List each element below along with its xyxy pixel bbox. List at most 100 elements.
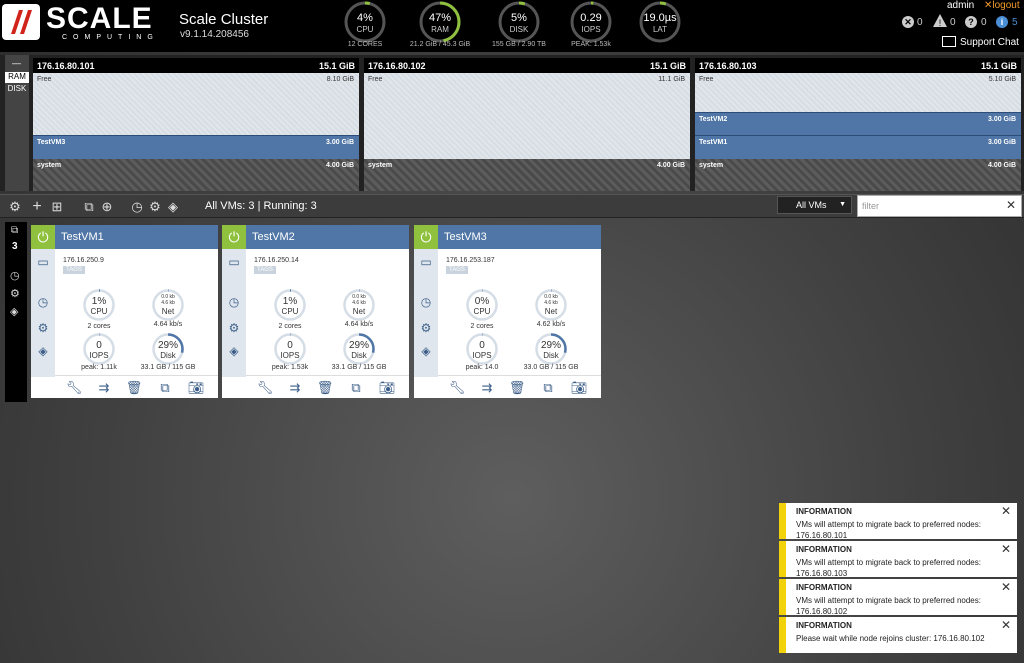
free-segment: Free 11.1 GiB [364,73,690,159]
vm-name[interactable]: TestVM1 [61,231,104,243]
trash-icon[interactable]: 🗑︎ [508,380,526,395]
info-alert-icon[interactable]: i [996,16,1008,28]
move-icon[interactable]: ⇉ [286,380,304,395]
segment-size: 4.00 GiB [656,162,685,169]
move-icon[interactable]: ⇉ [95,380,113,395]
performance-icon[interactable]: ◷ [130,200,144,214]
snapshot-icon[interactable]: 📷︎ [378,380,396,395]
filter-input[interactable]: filter [857,195,1022,217]
scale-logo[interactable]: SCALE COMPUTING [2,2,153,41]
cpu-gauge-label: CPU [356,25,374,34]
console-icon[interactable]: ▭ [227,255,241,269]
select-value: All VMs [796,200,827,210]
disk-usage: 33.1 GB / 115 GB [140,364,196,371]
console-icon[interactable]: ▭ [36,255,50,269]
close-icon[interactable]: ✕ [1001,580,1011,594]
tags-badge[interactable]: TAGS [63,266,85,274]
disk-tab[interactable]: DISK [5,84,29,93]
vm-list-icon[interactable]: ⧉ [11,225,18,236]
wrench-icon[interactable]: 🔧︎ [65,380,83,395]
support-chat-button[interactable]: Support Chat [942,36,1019,48]
notification-body: Please wait while node rejoins cluster: … [796,634,985,643]
trash-icon[interactable]: 🗑︎ [316,380,334,395]
gear-icon[interactable]: ⚙ [227,321,241,335]
wrench-icon[interactable]: 🔧︎ [448,380,466,395]
bulk-add-icon[interactable]: ⊕ [100,200,114,214]
gear-icon[interactable]: ⚙ [36,321,50,335]
error-alert-icon[interactable]: ✕ [902,16,914,28]
clear-filter-icon[interactable]: ✕ [1006,198,1016,212]
gear-icon[interactable]: ⚙ [148,200,162,214]
vm-card: ⏻ TestVM1 ▭ ◷ ⚙ ◈ 176.16.250.9 TAGS 1% C… [31,225,218,398]
warning-count: 0 [950,17,956,28]
performance-icon[interactable]: ◷ [10,269,20,282]
question-alert-icon[interactable]: ? [965,16,977,28]
disk-value: 29% [540,340,561,351]
notification: INFORMATION VMs will attempt to migrate … [779,503,1017,540]
segment-name: Free [37,76,52,83]
user-name: admin [947,0,975,11]
cluster-name: Scale Cluster [179,11,269,28]
close-icon[interactable]: ✕ [1001,542,1011,556]
import-vm-icon[interactable]: ⊞ [50,200,64,214]
disk-usage: 33.0 GB / 115 GB [523,364,579,371]
snapshot-icon[interactable]: 📷︎ [187,380,205,395]
settings-gear-icon[interactable]: ⚙ [8,200,22,214]
segment-size: 4.00 GiB [987,162,1016,169]
snapshot-icon[interactable]: 📷︎ [570,380,588,395]
node-total: 15.1 GiB [980,61,1017,71]
vm-segment[interactable]: TestVM2 3.00 GiB [695,112,1021,135]
vm-card: ⏻ TestVM2 ▭ ◷ ⚙ ◈ 176.16.250.14 TAGS 1% … [222,225,409,398]
clone-icon[interactable]: ⧉ [156,380,174,395]
gear-icon[interactable]: ⚙ [419,321,433,335]
trash-icon[interactable]: 🗑︎ [125,380,143,395]
clone-icon[interactable]: ⧉ [347,380,365,395]
ram-tab[interactable]: RAM [5,72,29,83]
close-icon[interactable]: ✕ [1001,504,1011,518]
clone-icon[interactable]: ⧉ [539,380,557,395]
layers-icon[interactable]: ◈ [419,344,433,358]
iops-gauge-label: IOPS [581,25,601,34]
logout-label: logout [992,0,1020,11]
cluster-version: v9.1.14.208456 [180,29,249,40]
lat-gauge-value: 19.0µs [643,12,677,24]
close-icon[interactable]: ✕ [1001,618,1011,632]
layers-icon[interactable]: ◈ [10,305,18,318]
wrench-icon[interactable]: 🔧︎ [256,380,274,395]
disk-label: Disk [160,351,176,360]
move-icon[interactable]: ⇉ [478,380,496,395]
free-segment: Free 8.10 GiB [33,73,359,135]
vm-segment[interactable]: TestVM3 3.00 GiB [33,135,359,159]
disk-gauge: 5% DISK [497,0,541,44]
add-vm-icon[interactable]: + [30,199,44,215]
layers-icon[interactable]: ◈ [36,344,50,358]
cpu-value: 1% [282,296,298,307]
layers-icon[interactable]: ◈ [227,344,241,358]
layers-icon[interactable]: ◈ [166,200,180,214]
performance-icon[interactable]: ◷ [36,295,50,309]
tags-badge[interactable]: TAGS [446,266,468,274]
power-icon[interactable]: ⏻ [31,225,55,249]
performance-icon[interactable]: ◷ [227,295,241,309]
logout-link[interactable]: ✕logout [984,0,1020,11]
iops-value: 0 [287,340,293,351]
cpu-ring: 1% CPU [273,288,307,322]
tags-badge[interactable]: TAGS [254,266,276,274]
segment-size: 5.10 GiB [988,76,1016,83]
power-icon[interactable]: ⏻ [414,225,438,249]
node-ip: 176.16.80.103 [699,61,757,71]
vm-name[interactable]: TestVM3 [444,231,487,243]
power-icon[interactable]: ⏻ [222,225,246,249]
console-icon[interactable]: ▭ [419,255,433,269]
lat-gauge: 19.0µs LAT [638,0,682,44]
gear-icon[interactable]: ⚙ [10,287,20,300]
vm-segment[interactable]: TestVM1 3.00 GiB [695,135,1021,159]
vm-filter-select[interactable]: All VMs ▼ [777,196,852,214]
warning-alert-icon[interactable]: ! [933,14,947,30]
collapse-button[interactable]: — [12,58,21,68]
multi-select-icon[interactable]: ⧉ [82,200,96,214]
segment-name: system [368,162,393,169]
performance-icon[interactable]: ◷ [419,295,433,309]
vm-name[interactable]: TestVM2 [252,231,295,243]
chat-icon [942,36,956,47]
